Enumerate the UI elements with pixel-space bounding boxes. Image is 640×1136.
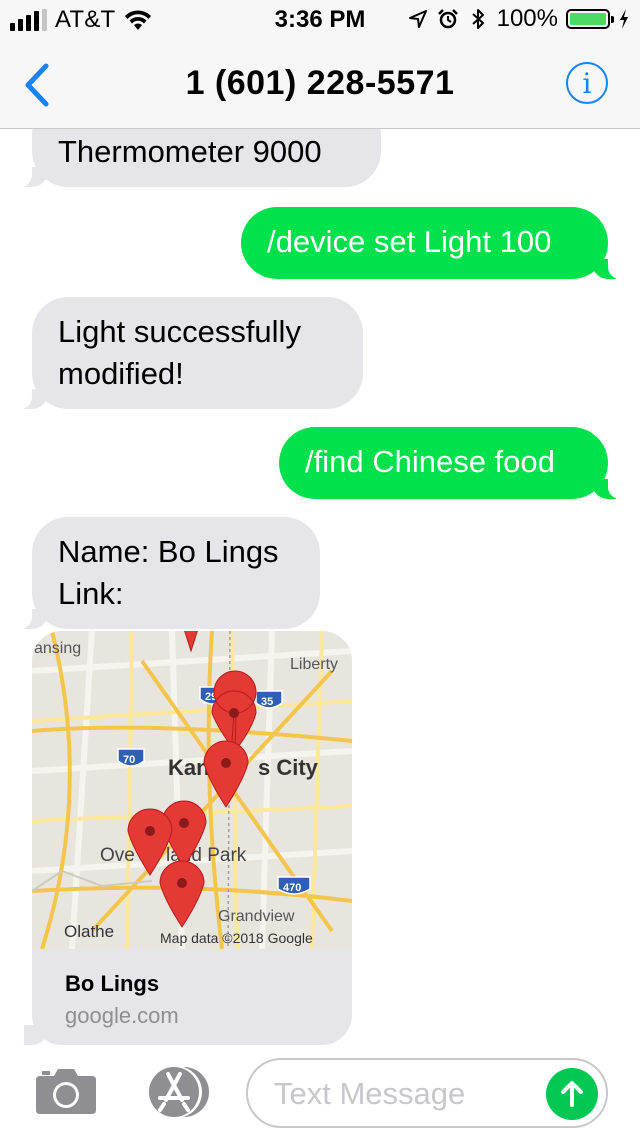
location-icon (408, 10, 427, 28)
message-text: /find Chinese food (305, 444, 555, 479)
map-label: ansing (34, 640, 81, 657)
map-attribution: Map data ©2018 Google (160, 930, 313, 946)
link-preview-title: Bo Lings (65, 971, 160, 996)
highway-shield: 70 (117, 748, 145, 767)
message-text: Light successfully (58, 314, 301, 349)
info-icon[interactable]: i (566, 62, 608, 104)
message-bubble-sent: /device set Light 100 (241, 207, 620, 279)
input-bar (0, 1050, 640, 1136)
map-thumbnail: ansing Liberty Kan s City Ove land Park … (32, 631, 352, 949)
link-preview-card[interactable]: ansing Liberty Kan s City Ove land Park … (32, 631, 352, 1045)
status-bar: AT&T 3:36 PM 100% (0, 0, 640, 40)
message-text: Link: (58, 576, 124, 611)
send-button[interactable] (546, 1068, 598, 1120)
message-bubble-received: Thermometer 9000 (20, 129, 381, 187)
message-thread[interactable]: Thermometer 9000 /device set Light 100 L… (0, 129, 640, 1049)
map-label: Ove (100, 845, 135, 866)
battery-icon (566, 9, 614, 29)
highway-shield: 35 (255, 690, 283, 709)
battery-percent: 100% (496, 5, 558, 32)
message-text: modified! (58, 356, 184, 391)
message-text: Name: Bo Lings (58, 534, 279, 569)
map-label: Kan (168, 755, 210, 780)
bubble-tail (24, 1025, 48, 1045)
alarm-icon (437, 9, 458, 29)
message-input[interactable] (272, 1070, 536, 1118)
nav-bar: 1 (601) 228-5571 i (0, 40, 640, 129)
app-store-icon[interactable] (140, 1064, 212, 1120)
message-bubble-received: Name: Bo Lings Link: (20, 517, 320, 629)
message-bubble-received: Light successfully modified! (20, 297, 363, 409)
map-label: Liberty (290, 656, 338, 673)
svg-text:470: 470 (283, 882, 301, 894)
message-bubble-sent: /find Chinese food (279, 427, 620, 499)
message-field[interactable] (246, 1058, 608, 1128)
map-label: Olathe (64, 922, 114, 941)
contact-title[interactable]: 1 (601) 228-5571 (0, 64, 640, 103)
status-right: 100% (407, 5, 630, 33)
camera-icon[interactable] (34, 1066, 98, 1116)
map-label: Grandview (218, 908, 295, 925)
message-text: Thermometer 9000 (58, 134, 322, 169)
svg-text:35: 35 (261, 696, 273, 708)
highway-shield: 470 (277, 876, 311, 895)
link-preview-domain: google.com (65, 1003, 179, 1028)
send-arrow-icon (561, 1081, 583, 1107)
svg-text:70: 70 (123, 754, 135, 766)
charging-icon (620, 9, 628, 29)
message-text: /device set Light 100 (267, 224, 552, 259)
bluetooth-icon (471, 9, 484, 29)
map-label: s City (258, 755, 319, 780)
